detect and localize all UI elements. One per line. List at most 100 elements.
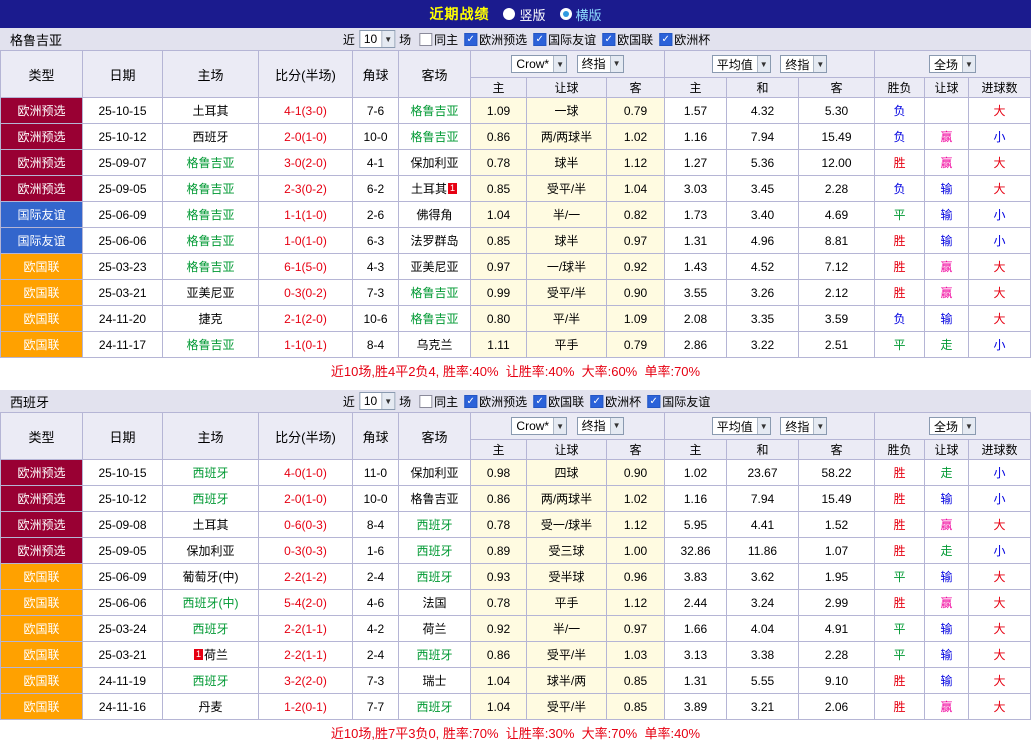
section-header: 西班牙 近 10 ▼ 场 同主✓欧洲预选✓欧国联✓欧洲杯✓国际友谊 (0, 390, 1031, 412)
odds-time-select[interactable]: 终指▼ (577, 55, 624, 73)
filter-checkbox[interactable]: ✓欧国联 (602, 31, 653, 48)
cell-avg-draw: 4.04 (727, 616, 799, 642)
cell-competition: 欧洲预选 (1, 460, 83, 486)
cell-handicap-line: 平手 (527, 332, 607, 358)
match-count-select[interactable]: 10 ▼ (359, 392, 395, 410)
cell-avg-home: 5.95 (665, 512, 727, 538)
radio-vertical-layout[interactable]: 竖版 (503, 5, 545, 24)
cell-date: 24-11-17 (83, 332, 163, 358)
subcol-avg-draw: 和 (727, 78, 799, 98)
cell-date: 25-09-08 (83, 512, 163, 538)
europe-odds-header: 平均值▼ 终指▼ (665, 51, 875, 78)
team-name: 西班牙 (416, 570, 452, 584)
cell-date: 25-10-15 (83, 460, 163, 486)
cell-home-team: 西班牙 (163, 124, 259, 150)
cell-corners: 10-6 (353, 306, 399, 332)
radio-horizontal-layout[interactable]: 横版 (560, 5, 602, 24)
cell-date: 25-09-05 (83, 538, 163, 564)
match-row: 欧国联24-11-20捷克2-1(2-0)10-6格鲁吉亚0.80平/半1.09… (1, 306, 1031, 332)
cell-home-odds: 1.04 (471, 202, 527, 228)
cell-away-team: 格鲁吉亚 (399, 280, 471, 306)
avg-odds-select[interactable]: 平均值▼ (712, 55, 771, 73)
handicap-odds-header: Crow*▼ 终指▼ (471, 51, 665, 78)
filter-checkbox[interactable]: ✓欧洲杯 (659, 31, 710, 48)
cell-away-team: 乌克兰 (399, 332, 471, 358)
subcol-avg-home: 主 (665, 78, 727, 98)
cell-result-goals: 大 (969, 512, 1031, 538)
filter-checkbox[interactable]: ✓欧洲预选 (464, 31, 527, 48)
filter-checkbox[interactable]: ✓国际友谊 (533, 31, 596, 48)
cell-away-odds: 0.82 (607, 202, 665, 228)
subcol-handicap: 让球 (527, 78, 607, 98)
cell-date: 25-10-12 (83, 124, 163, 150)
cell-result-outcome: 负 (875, 124, 925, 150)
cell-home-team: 西班牙 (163, 668, 259, 694)
filter-checkbox[interactable]: ✓欧洲预选 (464, 393, 527, 410)
cell-date: 25-03-24 (83, 616, 163, 642)
col-away: 客场 (399, 51, 471, 98)
chevron-down-icon: ▼ (553, 418, 566, 434)
cell-result-goals: 小 (969, 202, 1031, 228)
cell-result-goals: 大 (969, 306, 1031, 332)
cell-result-outcome: 胜 (875, 460, 925, 486)
filter-checkbox[interactable]: ✓欧洲杯 (590, 393, 641, 410)
match-count-select[interactable]: 10 ▼ (359, 30, 395, 48)
odds-time-select-2[interactable]: 终指▼ (780, 417, 827, 435)
cell-corners: 4-1 (353, 150, 399, 176)
team-name: 乌克兰 (416, 338, 452, 352)
odds-time-select-2[interactable]: 终指▼ (780, 55, 827, 73)
team-name: 捷克 (198, 312, 222, 326)
cell-score: 1-0(1-0) (259, 228, 353, 254)
match-row: 欧国联25-03-211荷兰2-2(1-1)2-4西班牙0.86受平/半1.03… (1, 642, 1031, 668)
scope-select[interactable]: 全场▼ (929, 417, 976, 435)
cell-avg-draw: 7.94 (727, 124, 799, 150)
cell-away-team: 西班牙 (399, 642, 471, 668)
subcol-avg-draw: 和 (727, 440, 799, 460)
odds-provider-select[interactable]: Crow*▼ (511, 55, 567, 73)
cell-away-odds: 0.92 (607, 254, 665, 280)
avg-odds-select[interactable]: 平均值▼ (712, 417, 771, 435)
cell-corners: 7-3 (353, 280, 399, 306)
odds-provider-select[interactable]: Crow*▼ (511, 417, 567, 435)
cell-away-odds: 1.02 (607, 486, 665, 512)
cell-avg-away: 15.49 (799, 124, 875, 150)
cell-handicap-line: 球半/两 (527, 668, 607, 694)
cell-corners: 2-6 (353, 202, 399, 228)
team-name: 保加利亚 (410, 156, 458, 170)
cell-result-handicap: 输 (925, 306, 969, 332)
filter-checkbox[interactable]: 同主 (419, 31, 458, 48)
filter-checkbox[interactable]: ✓国际友谊 (647, 393, 710, 410)
odds-time-select[interactable]: 终指▼ (577, 417, 624, 435)
cell-home-team: 格鲁吉亚 (163, 228, 259, 254)
cell-date: 24-11-20 (83, 306, 163, 332)
checkbox-checked-icon: ✓ (602, 33, 615, 46)
cell-avg-draw: 3.38 (727, 642, 799, 668)
team-name: 佛得角 (416, 208, 452, 222)
cell-date: 25-06-06 (83, 590, 163, 616)
team-name: 西班牙 (416, 648, 452, 662)
cell-home-odds: 1.09 (471, 98, 527, 124)
cell-home-odds: 0.89 (471, 538, 527, 564)
cell-avg-home: 3.03 (665, 176, 727, 202)
cell-corners: 2-4 (353, 564, 399, 590)
team-name: 葡萄牙(中) (183, 570, 239, 584)
filter-checkbox[interactable]: ✓欧国联 (533, 393, 584, 410)
cell-away-odds: 0.97 (607, 228, 665, 254)
filter-checkbox-label: 国际友谊 (662, 393, 710, 410)
cell-result-goals: 大 (969, 98, 1031, 124)
cell-score: 6-1(5-0) (259, 254, 353, 280)
match-row: 欧国联24-11-16丹麦1-2(0-1)7-7西班牙1.04受平/半0.853… (1, 694, 1031, 720)
cell-home-odds: 0.78 (471, 150, 527, 176)
checkbox-checked-icon: ✓ (464, 395, 477, 408)
cell-score: 2-1(2-0) (259, 306, 353, 332)
chevron-down-icon: ▼ (813, 418, 826, 434)
cell-result-goals: 小 (969, 124, 1031, 150)
competition-filter-group: 同主 ✓欧洲预选 ✓国际友谊 ✓欧国联 ✓欧洲杯 (415, 31, 710, 48)
filter-checkbox[interactable]: 同主 (419, 393, 458, 410)
scope-select[interactable]: 全场▼ (929, 55, 976, 73)
cell-avg-home: 2.08 (665, 306, 727, 332)
cell-result-goals: 大 (969, 280, 1031, 306)
cell-handicap-line: 球半 (527, 150, 607, 176)
team-name: 土耳其 (192, 518, 228, 532)
col-date: 日期 (83, 51, 163, 98)
